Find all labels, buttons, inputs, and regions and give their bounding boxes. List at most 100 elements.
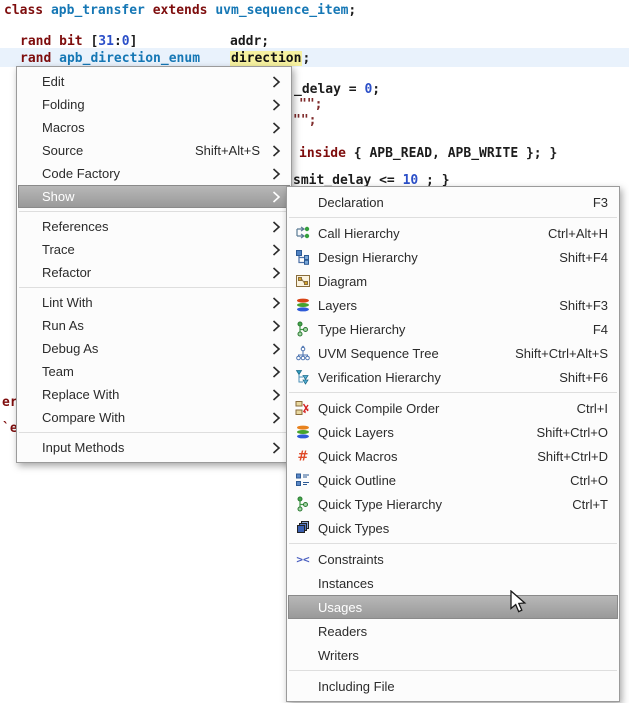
menu-item-label: Instances xyxy=(318,576,608,591)
menu-item-uvm-sequence-tree[interactable]: UVM Sequence TreeShift+Ctrl+Alt+S xyxy=(288,341,618,365)
code-token: apb_transfer xyxy=(51,3,145,18)
quick-types-icon xyxy=(294,520,311,536)
code-line: class apb_transfer extends uvm_sequence_… xyxy=(4,2,356,19)
menu-item-label: Constraints xyxy=(318,552,608,567)
menu-item-quick-layers[interactable]: Quick LayersShift+Ctrl+O xyxy=(288,420,618,444)
menu-item-label: Usages xyxy=(318,600,608,615)
menu-item-shortcut: Shift+Alt+S xyxy=(195,143,260,158)
menu-item-label: Quick Type Hierarchy xyxy=(318,497,548,512)
menu-item-shortcut: Ctrl+T xyxy=(572,497,608,512)
menu-item-diagram[interactable]: Diagram xyxy=(288,269,618,293)
icon-spacer xyxy=(294,623,311,639)
submenu-arrow-icon xyxy=(272,168,284,180)
code-token: : xyxy=(114,34,122,49)
code-token: direction xyxy=(230,51,302,66)
code-token: { APB_READ, APB_WRITE }; } xyxy=(346,146,557,161)
menu-item-label: Layers xyxy=(318,298,535,313)
menu-item-edit[interactable]: Edit xyxy=(18,70,290,93)
svg-text:#: # xyxy=(297,450,308,465)
menu-item-run-as[interactable]: Run As xyxy=(18,314,290,337)
diagram-icon xyxy=(294,273,311,289)
menu-item-label: Quick Types xyxy=(318,521,608,536)
menu-item-source[interactable]: SourceShift+Alt+S xyxy=(18,139,290,162)
menu-item-shortcut: Ctrl+Alt+H xyxy=(548,226,608,241)
submenu-arrow-icon xyxy=(272,267,284,279)
menu-item-type-hierarchy[interactable]: Type HierarchyF4 xyxy=(288,317,618,341)
verification-hierarchy-icon xyxy=(294,369,311,385)
menu-item-label: Macros xyxy=(42,120,266,135)
context-menu: EditFolding Macros SourceShift+Alt+SCode F… xyxy=(16,66,292,463)
menu-item-declaration[interactable]: DeclarationF3 xyxy=(288,190,618,214)
menu-item-label: Trace xyxy=(42,242,266,257)
menu-item-lint-with[interactable]: Lint With xyxy=(18,291,290,314)
menu-item-instances[interactable]: Instances xyxy=(288,571,618,595)
quick-type-hierarchy-icon xyxy=(294,496,311,512)
menu-separator xyxy=(289,543,617,544)
menu-item-writers[interactable]: Writers xyxy=(288,643,618,667)
submenu-arrow-icon xyxy=(272,244,284,256)
code-token xyxy=(145,3,153,18)
menu-item-readers[interactable]: Readers xyxy=(288,619,618,643)
submenu-arrow-icon xyxy=(272,366,284,378)
menu-item-label: Input Methods xyxy=(42,440,266,455)
menu-item-shortcut: Shift+Ctrl+Alt+S xyxy=(515,346,608,361)
menu-item-quick-compile-order[interactable]: Quick Compile OrderCtrl+I xyxy=(288,396,618,420)
code-token: addr; xyxy=(230,34,269,49)
menu-item-quick-outline[interactable]: Quick Outline Ctrl+O xyxy=(288,468,618,492)
menu-item-label: Including File xyxy=(318,679,608,694)
uvm-sequence-tree-icon xyxy=(294,345,311,361)
menu-item-input-methods[interactable]: Input Methods xyxy=(18,436,290,459)
menu-item-call-hierarchy[interactable]: Call HierarchyCtrl+Alt+H xyxy=(288,221,618,245)
menu-item-macros[interactable]: Macros xyxy=(18,116,290,139)
code-token: inside xyxy=(299,146,346,161)
menu-separator xyxy=(289,392,617,393)
menu-item-label: Run As xyxy=(42,318,266,333)
menu-item-shortcut: Ctrl+O xyxy=(570,473,608,488)
menu-item-label: Type Hierarchy xyxy=(318,322,569,337)
menu-item-show[interactable]: Show xyxy=(18,185,290,208)
menu-item-label: Show xyxy=(42,189,266,204)
submenu-arrow-icon xyxy=(272,122,284,134)
menu-item-folding[interactable]: Folding xyxy=(18,93,290,116)
menu-item-label: Quick Compile Order xyxy=(318,401,553,416)
icon-spacer xyxy=(294,599,311,615)
design-hierarchy-icon xyxy=(294,249,311,265)
submenu-arrow-icon xyxy=(272,320,284,332)
menu-item-debug-as[interactable]: Debug As xyxy=(18,337,290,360)
code-token: rand xyxy=(20,51,59,66)
code-token: ""; xyxy=(299,97,322,112)
code-line: rand apb_direction_enum xyxy=(20,50,200,67)
menu-item-shortcut: Shift+F6 xyxy=(559,370,608,385)
menu-item-label: Declaration xyxy=(318,195,569,210)
code-token: extends xyxy=(153,3,216,18)
icon-spacer xyxy=(294,647,311,663)
menu-item-verification-hierarchy[interactable]: Verification HierarchyShift+F6 xyxy=(288,365,618,389)
menu-item-label: Design Hierarchy xyxy=(318,250,535,265)
menu-item-quick-type-hierarchy[interactable]: Quick Type Hierarchy Ctrl+T xyxy=(288,492,618,516)
code-token: 31 xyxy=(98,34,114,49)
menu-item-design-hierarchy[interactable]: Design HierarchyShift+F4 xyxy=(288,245,618,269)
submenu-arrow-icon xyxy=(272,442,284,454)
code-token: ""; xyxy=(293,113,316,128)
menu-item-trace[interactable]: Trace xyxy=(18,238,290,261)
menu-item-constraints[interactable]: ><Constraints xyxy=(288,547,618,571)
menu-item-usages[interactable]: Usages xyxy=(288,595,618,619)
menu-item-compare-with[interactable]: Compare With xyxy=(18,406,290,429)
menu-item-label: Quick Outline xyxy=(318,473,546,488)
menu-item-quick-macros[interactable]: #Quick MacrosShift+Ctrl+D xyxy=(288,444,618,468)
menu-item-references[interactable]: References xyxy=(18,215,290,238)
show-submenu: DeclarationF3Call HierarchyCtrl+Alt+HDes… xyxy=(286,186,620,702)
menu-item-refactor[interactable]: Refactor xyxy=(18,261,290,284)
menu-item-label: Debug As xyxy=(42,341,266,356)
menu-item-label: Compare With xyxy=(42,410,266,425)
menu-item-team[interactable]: Team xyxy=(18,360,290,383)
code-fragment: ""; xyxy=(299,96,322,113)
menu-item-including-file[interactable]: Including File xyxy=(288,674,618,698)
icon-spacer xyxy=(294,678,311,694)
menu-item-quick-types[interactable]: Quick Types xyxy=(288,516,618,540)
menu-item-code-factory[interactable]: Code Factory xyxy=(18,162,290,185)
menu-item-replace-with[interactable]: Replace With xyxy=(18,383,290,406)
code-fragment: inside { APB_READ, APB_WRITE }; } xyxy=(299,145,557,162)
menu-separator xyxy=(289,217,617,218)
menu-item-layers[interactable]: LayersShift+F3 xyxy=(288,293,618,317)
